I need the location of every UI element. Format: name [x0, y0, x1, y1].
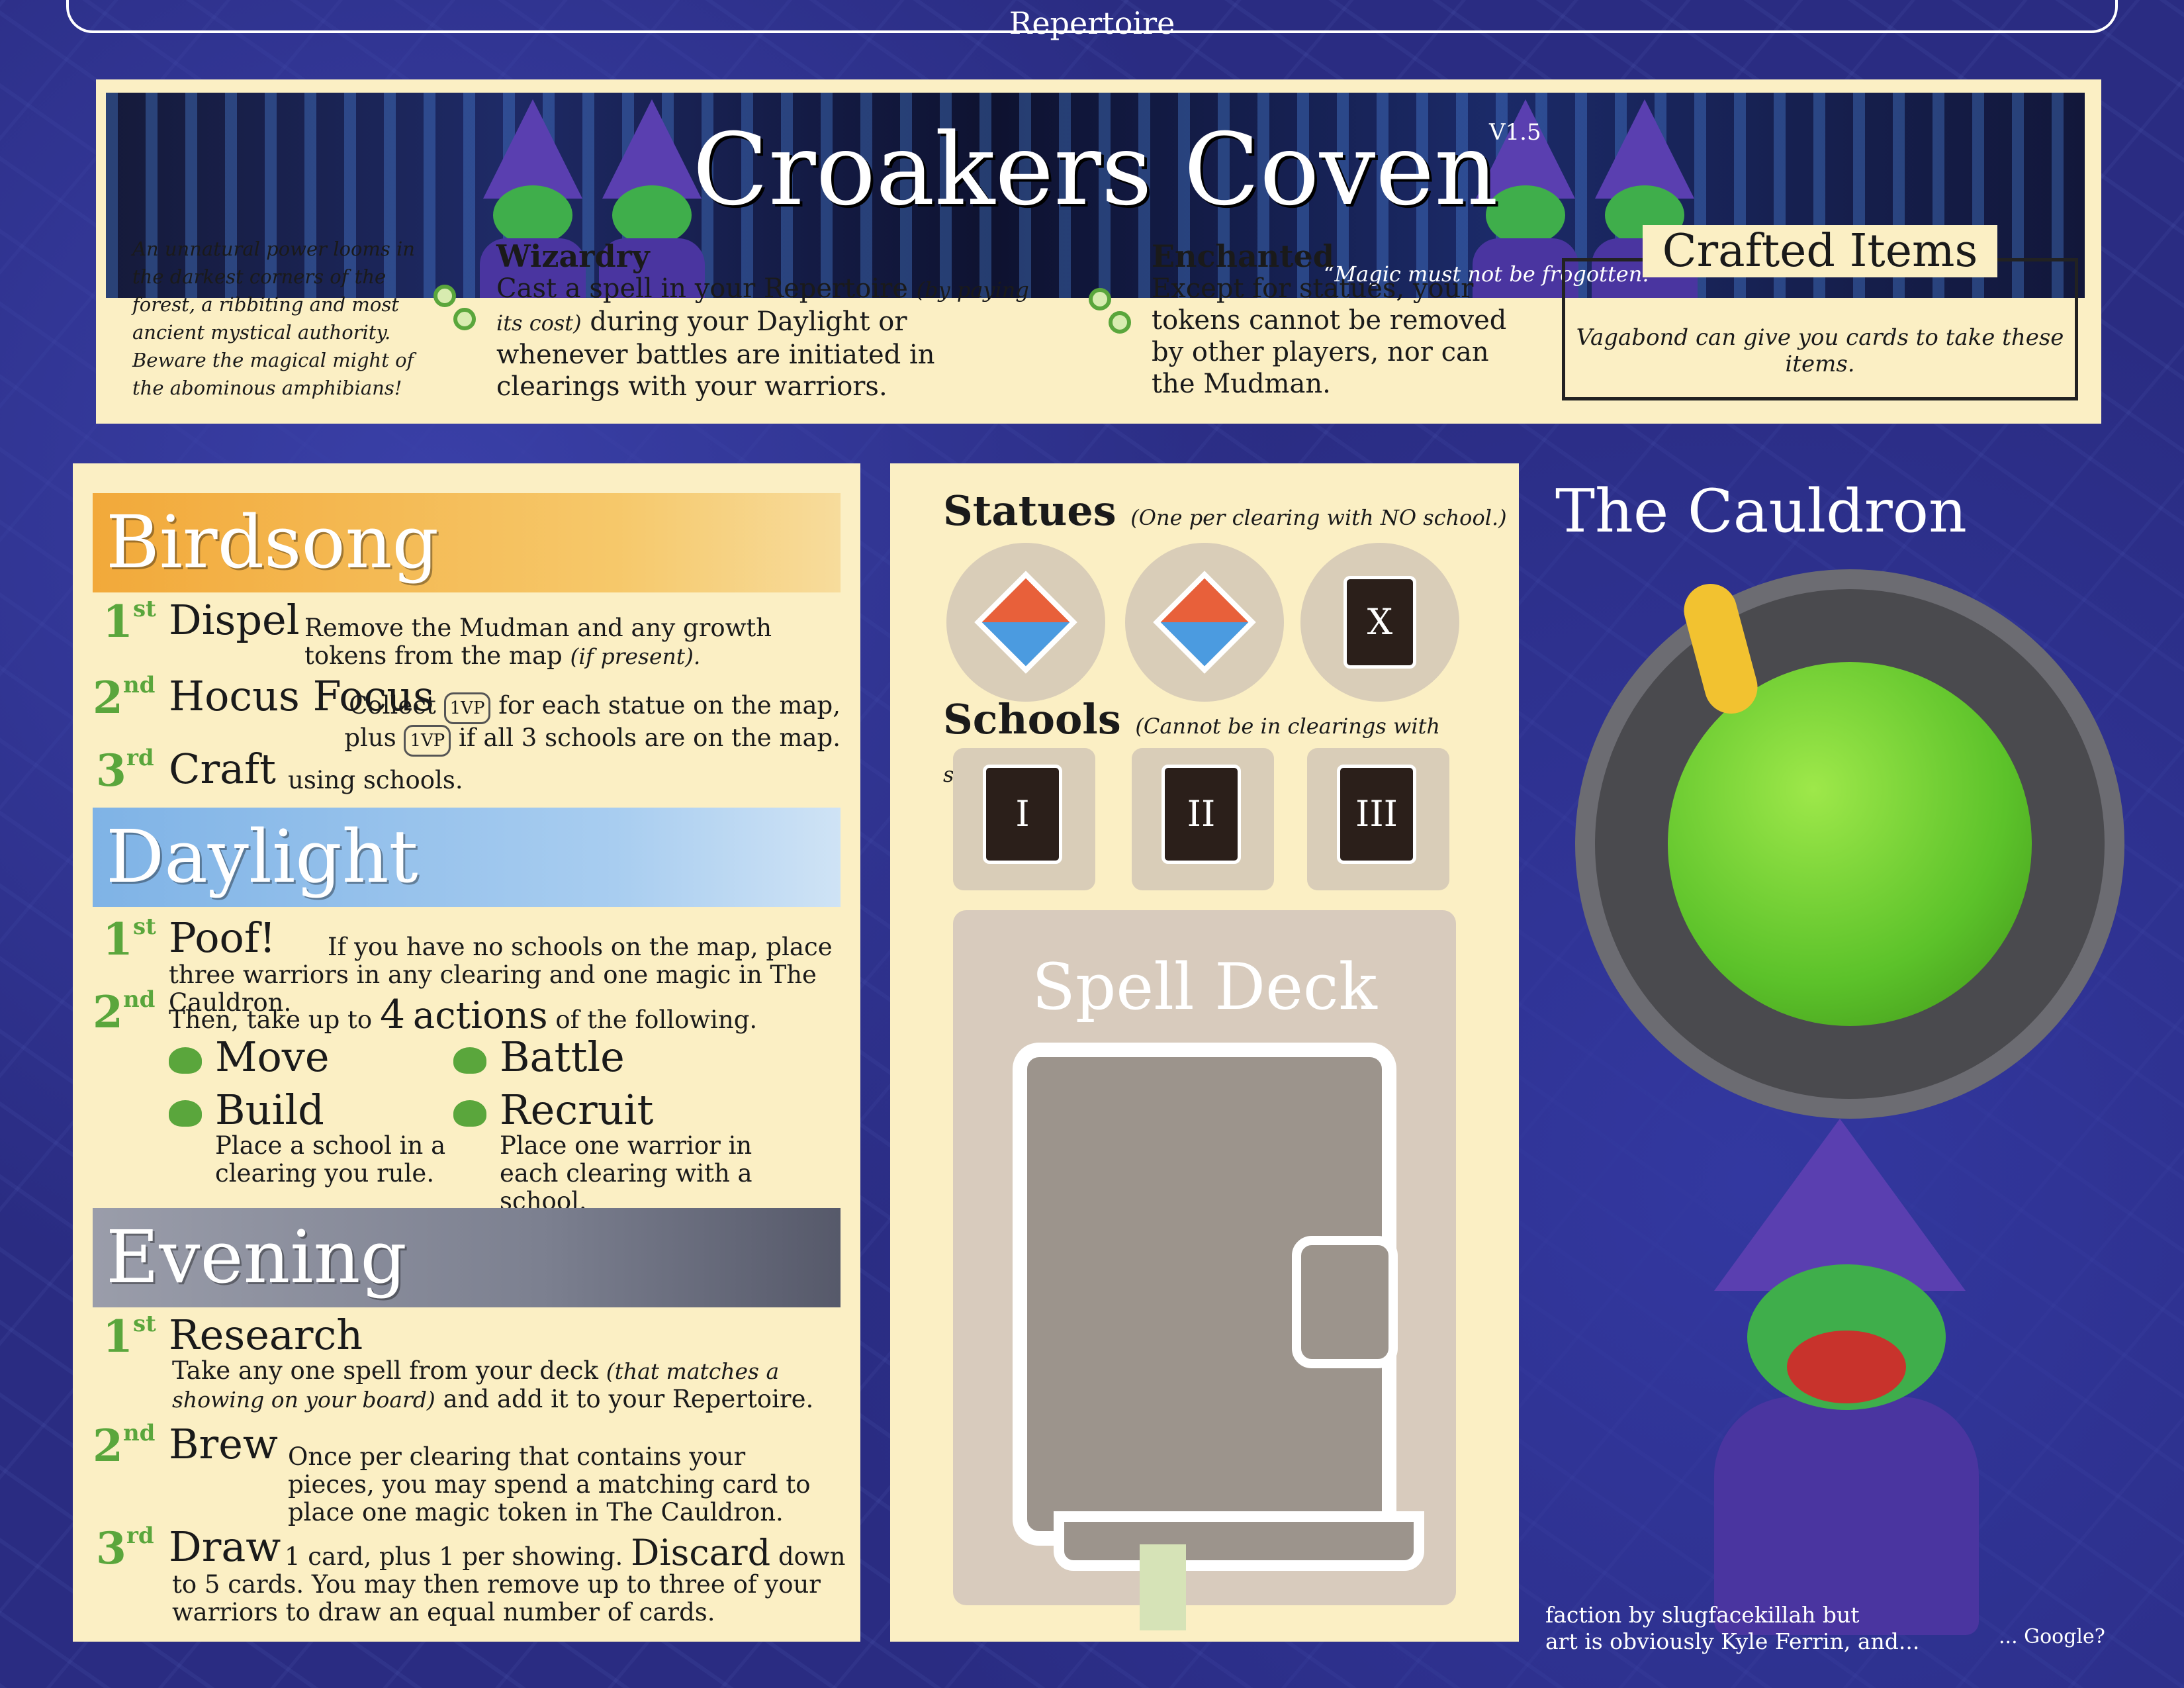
- step-ordinal: 1st: [103, 914, 156, 965]
- book-icon: II: [1161, 765, 1241, 864]
- school-slot-2[interactable]: II: [1132, 748, 1274, 890]
- dispel-step: Dispel: [169, 596, 300, 644]
- statue-icon: [1153, 571, 1256, 674]
- crafted-items-title: Crafted Items: [1565, 225, 2075, 277]
- evening-title: Evening: [106, 1215, 407, 1299]
- craft-step: Craft: [169, 745, 276, 793]
- frog-wizard-illustration: [1635, 1092, 2045, 1655]
- spell-deck-slot[interactable]: Spell Deck: [953, 910, 1456, 1630]
- build-action: Build: [169, 1086, 324, 1134]
- step-ordinal: 2nd: [93, 1420, 156, 1472]
- phases-panel: Birdsong 1st Dispel Remove the Mudman an…: [73, 463, 860, 1642]
- lock-icon: [1292, 1236, 1398, 1368]
- book-icon: III: [1337, 765, 1416, 864]
- battle-action: Battle: [453, 1033, 625, 1081]
- repertoire-tab-label: Repertoire: [1009, 5, 1175, 41]
- board-panel: Statues (One per clearing with NO school…: [890, 463, 1519, 1642]
- hocus-focus-text: Collect 1VP for each statue on the map, …: [298, 692, 841, 757]
- credit-google: ... Google?: [1999, 1625, 2105, 1648]
- daylight-title: Daylight: [106, 814, 418, 899]
- build-text: Place a school in a clearing you rule.: [215, 1131, 446, 1188]
- wizardry-title: Wizardry: [496, 238, 650, 274]
- victory-point-icon: 1VP: [404, 725, 451, 757]
- statue-icon: [974, 571, 1077, 674]
- recruit-action: Recruit: [453, 1086, 653, 1134]
- potion-icon: [1668, 662, 2032, 1026]
- brew-text: Once per clearing that contains your pie…: [288, 1442, 811, 1526]
- evening-banner: Evening: [93, 1208, 841, 1307]
- book-icon: I: [983, 765, 1062, 864]
- version-label: V1.5: [1489, 119, 1541, 146]
- book-icon: X: [1343, 576, 1416, 669]
- dispel-text: Remove the Mudman and any growth tokens …: [304, 614, 772, 670]
- wizardry-text: Cast a spell in your Repertoire (by payi…: [496, 273, 1029, 402]
- frog-icon: [453, 1100, 486, 1127]
- birdsong-title: Birdsong: [106, 500, 439, 585]
- statues-title: Statues (One per clearing with NO school…: [943, 487, 1507, 535]
- birdsong-banner: Birdsong: [93, 493, 841, 592]
- victory-point-icon: 1VP: [443, 692, 491, 724]
- spell-deck-title: Spell Deck: [1032, 950, 1377, 1024]
- step-ordinal: 3rd: [96, 1523, 154, 1574]
- step-ordinal: 1st: [103, 596, 156, 647]
- step-ordinal: 2nd: [93, 986, 156, 1038]
- enchanted-text: Except for statues, your tokens cannot b…: [1152, 273, 1507, 399]
- step-ordinal: 1st: [103, 1311, 156, 1362]
- spellbook-icon: [1013, 1043, 1424, 1630]
- credit-text: faction by slugfacekillah but art is obvi…: [1545, 1602, 1920, 1654]
- swirl-icon: [1089, 281, 1148, 341]
- cauldron-slot[interactable]: [1575, 569, 2124, 1119]
- crafted-items-text: Vagabond can give you cards to take thes…: [1576, 324, 2064, 377]
- statue-slot[interactable]: X: [1300, 543, 1459, 702]
- enchanted-title: Enchanted: [1152, 238, 1334, 274]
- frog-icon: [169, 1100, 202, 1127]
- statue-slot[interactable]: [1125, 543, 1284, 702]
- research-text: Take any one spell from your deck (that …: [172, 1356, 814, 1413]
- swirl-icon: [433, 278, 493, 338]
- lore-text: An unnatural power looms in the darkest …: [132, 238, 415, 399]
- school-slot-3[interactable]: III: [1307, 748, 1449, 890]
- brew-step: Brew: [169, 1420, 278, 1468]
- recruit-text: Place one warrior in each clearing with …: [500, 1131, 752, 1215]
- draw-text: 1 card, plus 1 per showing. Discard down…: [172, 1532, 846, 1626]
- step-ordinal: 3rd: [96, 745, 154, 796]
- faction-title: Croakers Coven: [692, 113, 1498, 228]
- frog-icon: [453, 1047, 486, 1074]
- frog-icon: [169, 1047, 202, 1074]
- cauldron-title: The Cauldron: [1555, 477, 1967, 546]
- statue-slot[interactable]: [946, 543, 1105, 702]
- school-slot-1[interactable]: I: [953, 748, 1095, 890]
- daylight-banner: Daylight: [93, 808, 841, 907]
- research-step: Research: [169, 1311, 363, 1359]
- header-panel: Croakers Coven V1.5 “Magic must not be f…: [96, 79, 2101, 424]
- step-ordinal: 2nd: [93, 672, 156, 724]
- crafted-items-box[interactable]: Crafted Items Vagabond can give you card…: [1562, 225, 2078, 400]
- actions-intro: Then, take up to 4 actions of the follow…: [169, 992, 758, 1038]
- move-action: Move: [169, 1033, 330, 1081]
- craft-text: using schools.: [288, 766, 463, 794]
